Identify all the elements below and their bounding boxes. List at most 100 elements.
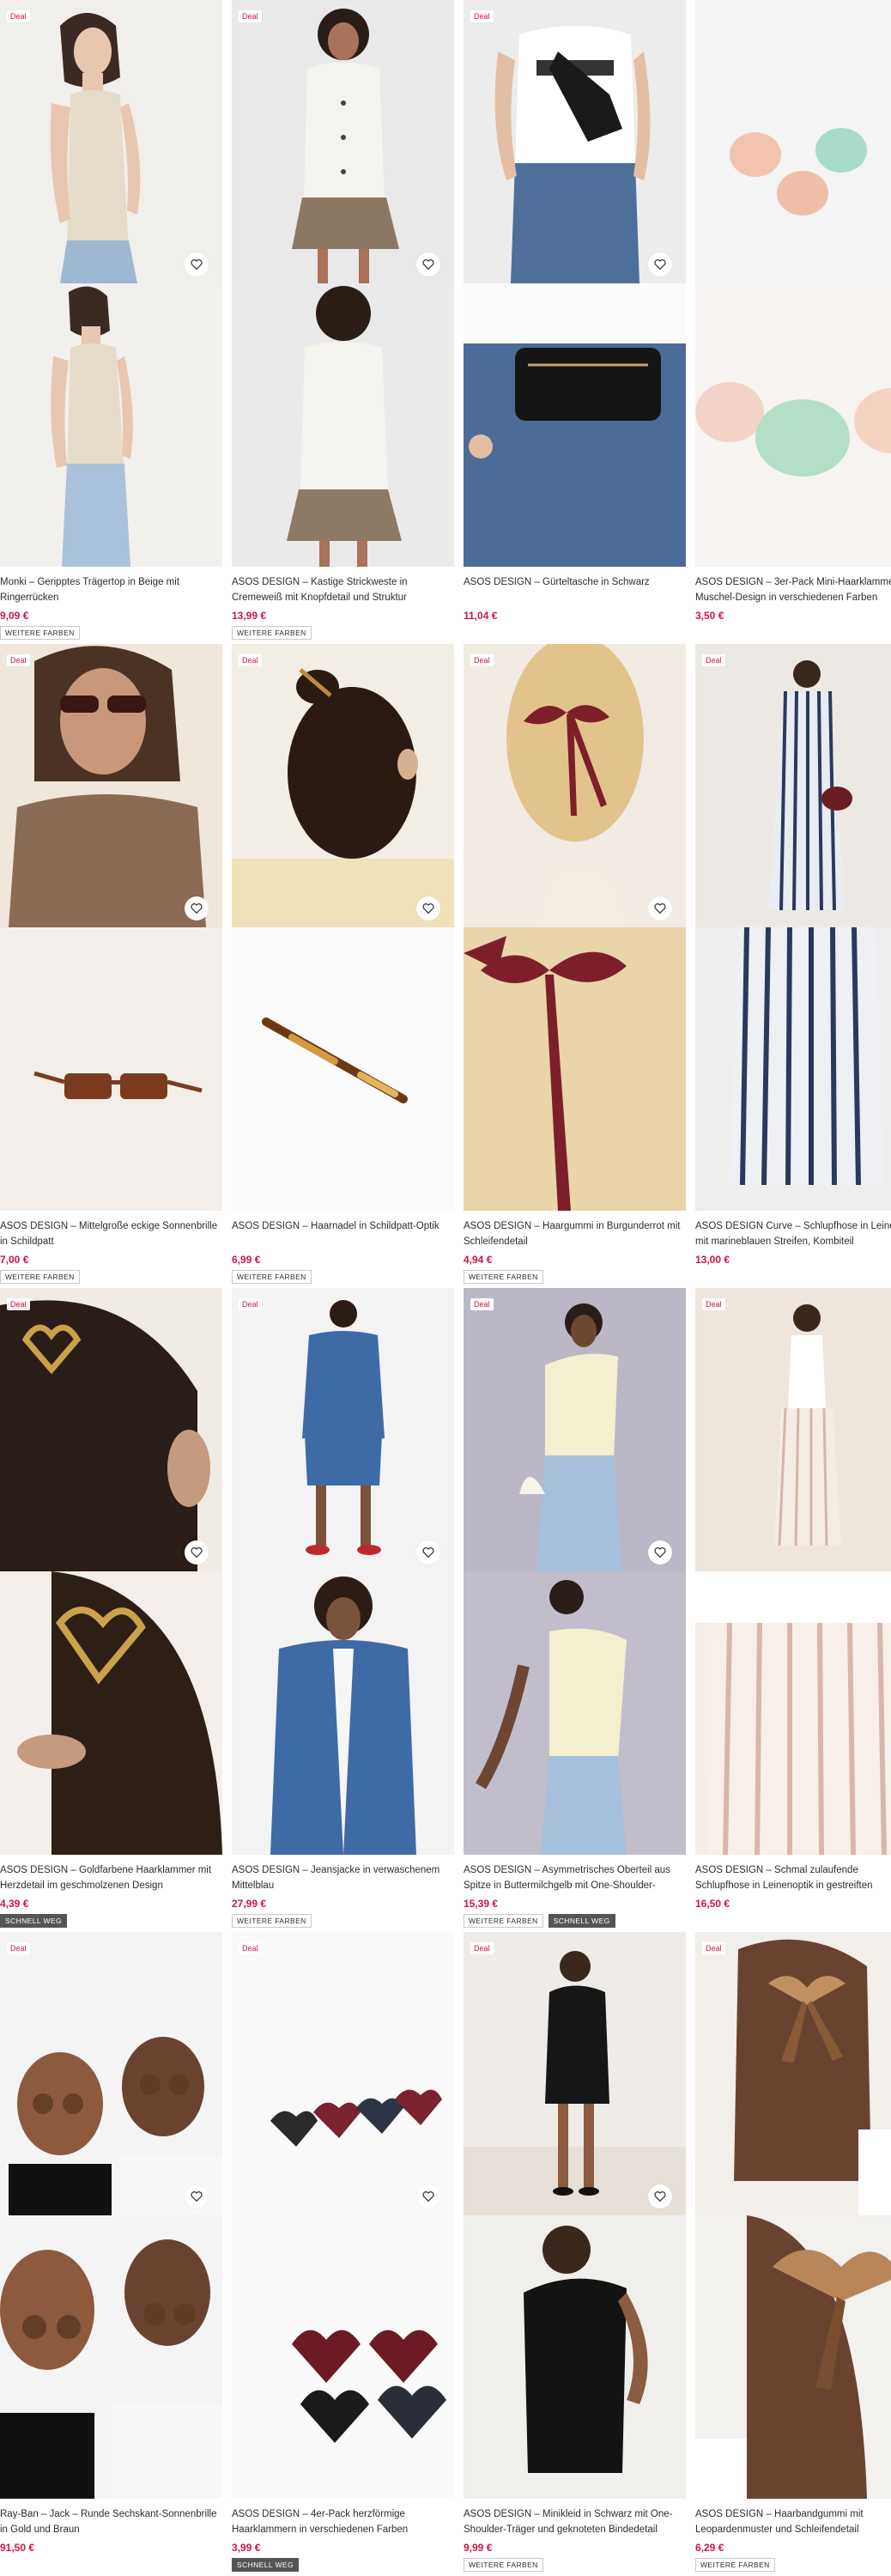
product-images[interactable]: Deal xyxy=(232,1932,454,2499)
product-card[interactable]: Deal ASOS DESIGN Curve – Schlupfhose in … xyxy=(695,644,891,1284)
product-title[interactable]: ASOS DESIGN – Asymmetrisches Oberteil au… xyxy=(464,1862,686,1893)
product-image-detail[interactable] xyxy=(232,927,454,1211)
save-for-later-button[interactable] xyxy=(416,2184,440,2208)
product-tags: WEITERE FARBEN xyxy=(695,2558,891,2572)
product-image-front[interactable] xyxy=(464,0,686,283)
product-image-front[interactable] xyxy=(0,0,222,283)
product-title[interactable]: ASOS DESIGN – Gürteltasche in Schwarz xyxy=(464,574,686,605)
product-image-detail[interactable] xyxy=(0,2215,222,2499)
save-for-later-button[interactable] xyxy=(416,896,440,920)
product-images[interactable]: Deal xyxy=(695,644,891,1211)
product-image-front[interactable] xyxy=(232,1288,454,1571)
product-images[interactable]: Deal xyxy=(0,1288,222,1855)
product-card[interactable]: Deal ASOS DESIGN – Haarbandgummi mit Leo… xyxy=(695,1932,891,2572)
product-image-front[interactable] xyxy=(0,1932,222,2215)
product-image-front[interactable] xyxy=(464,644,686,927)
save-for-later-button[interactable] xyxy=(185,252,209,276)
deal-badge: Deal xyxy=(239,1942,262,1954)
save-for-later-button[interactable] xyxy=(648,2184,672,2208)
product-images[interactable]: Deal xyxy=(232,644,454,1211)
product-card[interactable]: Deal Monki – Geripptes Trägertop in Beig… xyxy=(0,0,222,640)
save-for-later-button[interactable] xyxy=(648,1540,672,1564)
product-card[interactable]: Deal ASOS DESIGN – Asymmetrisches Oberte… xyxy=(464,1288,686,1928)
product-card[interactable]: Deal ASOS DESIGN – Haarnadel in Schildpa… xyxy=(232,644,454,1284)
product-image-front[interactable] xyxy=(695,1288,891,1571)
product-image-detail[interactable] xyxy=(0,1571,222,1855)
product-image-detail[interactable] xyxy=(232,1571,454,1855)
product-image-detail[interactable] xyxy=(232,2215,454,2499)
product-image-detail[interactable] xyxy=(695,2215,891,2499)
product-images[interactable]: Deal xyxy=(695,1932,891,2499)
product-card[interactable]: Deal ASOS DESIGN – Minikleid in Schwarz … xyxy=(464,1932,686,2572)
save-for-later-button[interactable] xyxy=(185,1540,209,1564)
product-image-front[interactable] xyxy=(0,644,222,927)
product-image-front[interactable] xyxy=(464,1288,686,1571)
product-title[interactable]: ASOS DESIGN – Jeansjacke in verwaschenem… xyxy=(232,1862,454,1893)
product-title[interactable]: ASOS DESIGN – Haarnadel in Schildpatt-Op… xyxy=(232,1218,454,1249)
product-image-detail[interactable] xyxy=(464,927,686,1211)
product-card[interactable]: Deal ASOS DESIGN – Jeansjacke in verwasc… xyxy=(232,1288,454,1928)
product-image-detail[interactable] xyxy=(695,1571,891,1855)
product-image-front[interactable] xyxy=(695,0,891,283)
product-card[interactable]: ASOS DESIGN – 3er-Pack Mini-Haarklammern… xyxy=(695,0,891,640)
product-card[interactable]: Deal ASOS DESIGN – Schmal zulaufende Sch… xyxy=(695,1288,891,1928)
product-image-detail[interactable] xyxy=(0,927,222,1211)
product-images[interactable]: Deal xyxy=(0,1932,222,2499)
product-image-detail[interactable] xyxy=(464,1571,686,1855)
product-images[interactable]: Deal xyxy=(464,644,686,1211)
product-image-detail[interactable] xyxy=(464,283,686,567)
product-card[interactable]: Deal ASOS DESIGN – Mittelgroße eckige So… xyxy=(0,644,222,1284)
product-title[interactable]: Monki – Geripptes Trägertop in Beige mit… xyxy=(0,574,222,605)
deal-badge: Deal xyxy=(470,1298,494,1310)
product-images[interactable]: Deal xyxy=(232,1288,454,1855)
product-title[interactable]: ASOS DESIGN – Haargummi in Burgunderrot … xyxy=(464,1218,686,1249)
deal-badge: Deal xyxy=(7,654,30,666)
product-title[interactable]: ASOS DESIGN – Schmal zulaufende Schlupfh… xyxy=(695,1862,891,1893)
product-image-back[interactable] xyxy=(232,283,454,567)
product-images[interactable]: Deal xyxy=(695,1288,891,1855)
save-for-later-button[interactable] xyxy=(648,896,672,920)
product-card[interactable]: Deal ASOS DESIGN – Haargummi in Burgunde… xyxy=(464,644,686,1284)
save-for-later-button[interactable] xyxy=(185,896,209,920)
more-colours-tag: WEITERE FARBEN xyxy=(695,2558,775,2572)
save-for-later-button[interactable] xyxy=(185,2184,209,2208)
product-card[interactable]: Deal ASOS DESIGN – Gürteltasche in Schwa… xyxy=(464,0,686,640)
deal-badge: Deal xyxy=(702,1298,725,1310)
save-for-later-button[interactable] xyxy=(648,252,672,276)
product-images[interactable]: Deal xyxy=(232,0,454,567)
product-title[interactable]: ASOS DESIGN – 3er-Pack Mini-Haarklammern… xyxy=(695,574,891,605)
product-images[interactable]: Deal xyxy=(0,644,222,1211)
product-image-front[interactable] xyxy=(232,644,454,927)
product-title[interactable]: Ray-Ban – Jack – Runde Sechskant-Sonnenb… xyxy=(0,2506,222,2537)
save-for-later-button[interactable] xyxy=(416,1540,440,1564)
product-image-front[interactable] xyxy=(0,1288,222,1571)
product-title[interactable]: ASOS DESIGN – Minikleid in Schwarz mit O… xyxy=(464,2506,686,2537)
product-images[interactable] xyxy=(695,0,891,567)
product-image-front[interactable] xyxy=(695,1932,891,2215)
product-images[interactable]: Deal xyxy=(464,1932,686,2499)
save-for-later-button[interactable] xyxy=(416,252,440,276)
product-image-front[interactable] xyxy=(232,1932,454,2215)
product-card[interactable]: Deal Ray-Ban – Jack – Runde Sechskant-So… xyxy=(0,1932,222,2572)
product-title[interactable]: ASOS DESIGN Curve – Schlupfhose in Leine… xyxy=(695,1218,891,1249)
product-price: 13,00 € xyxy=(695,1254,730,1266)
product-images[interactable]: Deal xyxy=(0,0,222,567)
product-image-detail[interactable] xyxy=(695,283,891,567)
product-card[interactable]: Deal ASOS DESIGN – 4er-Pack herzförmige … xyxy=(232,1932,454,2572)
product-image-front[interactable] xyxy=(232,0,454,283)
product-images[interactable]: Deal xyxy=(464,1288,686,1855)
product-title[interactable]: ASOS DESIGN – Kastige Strickweste in Cre… xyxy=(232,574,454,605)
product-image-detail[interactable] xyxy=(695,927,891,1211)
product-card[interactable]: Deal ASOS DESIGN – Kastige Strickweste i… xyxy=(232,0,454,640)
product-image-front[interactable] xyxy=(695,644,891,927)
product-image-front[interactable] xyxy=(464,1932,686,2215)
product-image-detail[interactable] xyxy=(464,2215,686,2499)
product-title[interactable]: ASOS DESIGN – Goldfarbene Haarklammer mi… xyxy=(0,1862,222,1893)
product-title[interactable]: ASOS DESIGN – Haarbandgummi mit Leoparde… xyxy=(695,2506,891,2537)
product-title[interactable]: ASOS DESIGN – 4er-Pack herzförmige Haark… xyxy=(232,2506,454,2537)
product-card[interactable]: Deal ASOS DESIGN – Goldfarbene Haarklamm… xyxy=(0,1288,222,1928)
product-images[interactable]: Deal xyxy=(464,0,686,567)
product-title[interactable]: ASOS DESIGN – Mittelgroße eckige Sonnenb… xyxy=(0,1218,222,1249)
product-image-back[interactable] xyxy=(0,283,222,567)
product-price: 7,00 € xyxy=(0,1254,29,1266)
